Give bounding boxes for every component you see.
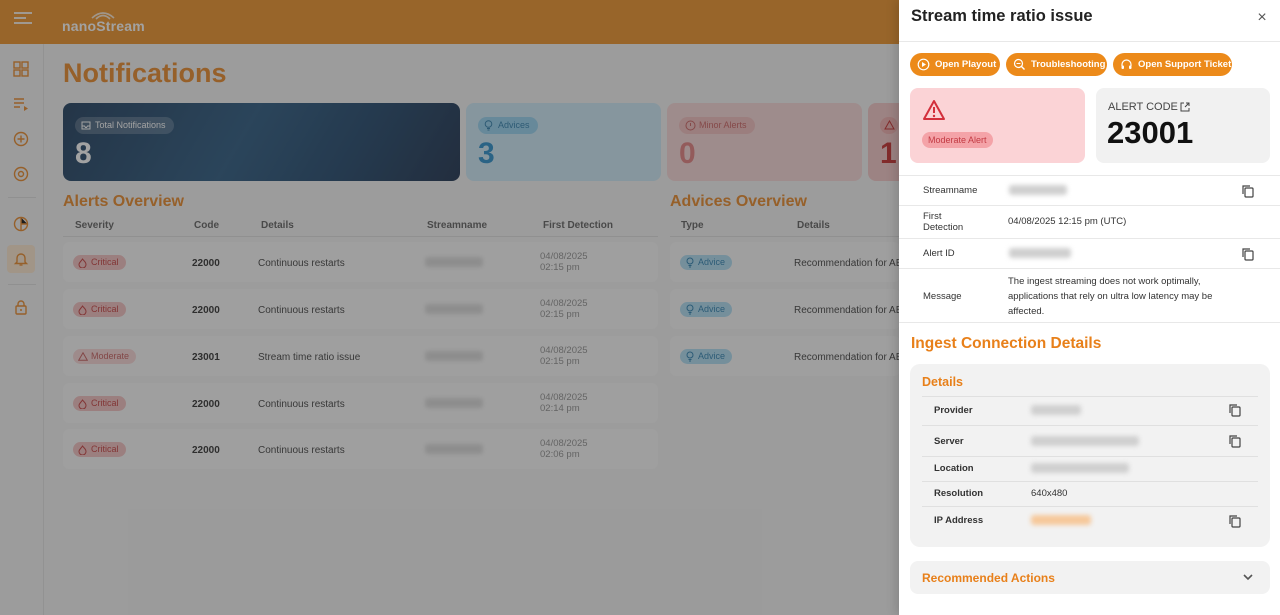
alert-code-label: ALERT CODE [1108,101,1178,113]
recommended-actions-accordion[interactable]: Recommended Actions [910,561,1270,594]
alert-code-box: ALERT CODE 23001 [1096,88,1270,163]
open-support-ticket-button[interactable]: Open Support Ticket [1113,53,1232,76]
copy-icon[interactable] [1241,184,1255,198]
chevron-down-icon [1243,574,1253,581]
message-value: The ingest streaming does not work optim… [1008,276,1213,317]
message-label: Message [923,291,962,302]
divider [899,238,1280,239]
divider [922,396,1258,397]
alert-code-value: 23001 [1107,115,1194,150]
headset-icon [1121,59,1132,69]
location-redacted [1031,463,1129,473]
alert-id-redacted [1009,248,1071,258]
provider-label: Provider [934,405,973,416]
server-label: Server [934,436,964,447]
moderate-alert-badge: Moderate Alert [922,132,993,148]
streamname-redacted [1009,185,1067,195]
copy-icon[interactable] [1228,434,1242,448]
copy-icon[interactable] [1228,403,1242,417]
divider [899,268,1280,269]
divider [922,425,1258,426]
resolution-value: 640x480 [1031,488,1068,499]
divider [899,205,1280,206]
ingest-details-panel: Details Provider Server Location Resolut… [910,364,1270,547]
warning-triangle-icon [923,100,945,120]
alert-severity-box: Moderate Alert [910,88,1085,163]
location-label: Location [934,463,974,474]
streamname-label: Streamname [923,185,978,196]
copy-icon[interactable] [1228,514,1242,528]
close-button[interactable]: × [1253,9,1271,27]
open-playout-button[interactable]: Open Playout [910,53,1000,76]
first-detection-label: First Detection [923,211,964,233]
copy-icon[interactable] [1241,247,1255,261]
alert-detail-drawer: Stream time ratio issue × Open Playout T… [899,0,1280,615]
drawer-title: Stream time ratio issue [911,7,1093,25]
divider [899,41,1280,42]
ip-address-redacted[interactable] [1031,515,1091,525]
search-zoom-icon [1013,58,1025,70]
divider [922,456,1258,457]
resolution-label: Resolution [934,488,984,499]
ingest-connection-title: Ingest Connection Details [911,335,1102,352]
first-detection-value: 04/08/2025 12:15 pm (UTC) [1008,216,1127,227]
modal-backdrop[interactable] [0,0,900,615]
divider [899,322,1280,323]
external-link-icon[interactable] [1180,102,1190,112]
divider [922,506,1258,507]
ip-address-label: IP Address [934,515,984,526]
troubleshooting-button[interactable]: Troubleshooting [1006,53,1107,76]
divider [922,481,1258,482]
recommended-actions-title: Recommended Actions [922,571,1055,585]
divider [899,175,1280,176]
details-title: Details [922,375,963,389]
alert-id-label: Alert ID [923,248,955,259]
play-circle-icon [917,58,930,71]
server-redacted [1031,436,1139,446]
provider-redacted [1031,405,1081,415]
